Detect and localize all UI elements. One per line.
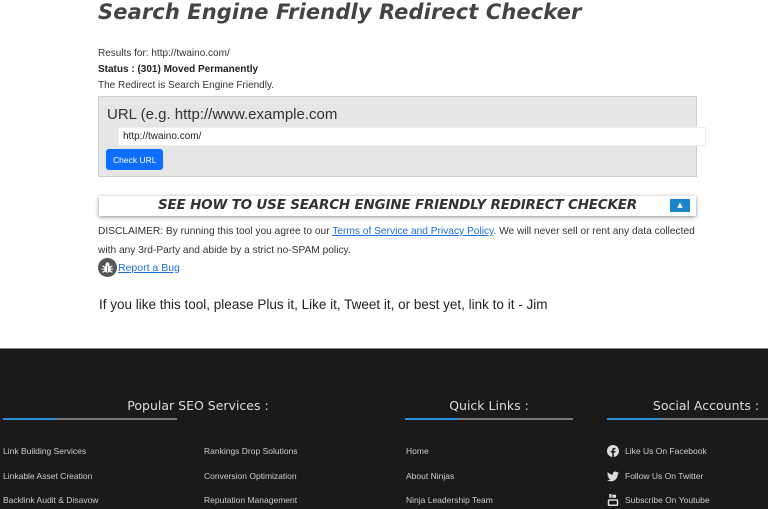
disclaimer-prefix: DISCLAIMER: By running this tool you agr… [98, 226, 333, 237]
social-heading: Social Accounts : [652, 398, 760, 413]
accordion-toggle-button[interactable]: ▲ [670, 199, 690, 212]
facebook-icon [607, 445, 619, 457]
divider-accent [3, 418, 56, 420]
service-link[interactable]: Backlink Audit & Disavow [3, 495, 98, 505]
url-label: URL (e.g. http://www.example.com [107, 106, 338, 123]
disclaimer: DISCLAIMER: By running this tool you agr… [98, 222, 703, 260]
social-link-twitter[interactable]: Follow Us On Twitter [607, 470, 703, 482]
status-text: Status : (301) Moved Permanently [98, 64, 259, 75]
report-bug-row: Report a Bug [98, 258, 180, 277]
divider-accent [607, 418, 660, 420]
quick-link[interactable]: Ninja Leadership Team [406, 495, 493, 505]
url-input[interactable] [118, 127, 706, 146]
quick-link[interactable]: About Ninjas [406, 471, 454, 481]
quick-links-heading: Quick Links : [449, 398, 529, 413]
youtube-icon [607, 494, 619, 506]
services-heading: Popular SEO Services : [127, 398, 269, 413]
divider-accent [405, 418, 458, 420]
caret-up-icon: ▲ [677, 201, 683, 209]
result-message: The Redirect is Search Engine Friendly. [98, 80, 275, 91]
social-label: Like Us On Facebook [625, 446, 707, 456]
services-divider [3, 418, 177, 420]
url-form: URL (e.g. http://www.example.com Check U… [98, 96, 706, 177]
page-title: Search Engine Friendly Redirect Checker [98, 0, 582, 24]
service-link[interactable]: Link Building Services [3, 446, 86, 456]
twitter-icon [607, 470, 619, 482]
social-divider [607, 418, 768, 420]
terms-privacy-link[interactable]: Terms of Service and Privacy Policy [332, 226, 493, 237]
results-for: Results for: http://twaino.com/ [98, 48, 230, 59]
footer: Popular SEO Services : Link Building Ser… [0, 348, 768, 509]
results-panel: Results for: http://twaino.com/ Status :… [98, 46, 274, 94]
bug-icon [98, 258, 117, 277]
quick-links-divider [405, 418, 573, 420]
social-label: Subscribe On Youtube [625, 495, 710, 505]
check-url-button[interactable]: Check URL [106, 149, 164, 170]
quick-link[interactable]: Home [406, 446, 429, 456]
service-link[interactable]: Conversion Optimization [204, 471, 297, 481]
social-link-youtube[interactable]: Subscribe On Youtube [607, 494, 710, 506]
how-to-use-title[interactable]: SEE HOW TO USE SEARCH ENGINE FRIENDLY RE… [99, 197, 696, 213]
like-message: If you like this tool, please Plus it, L… [99, 297, 548, 312]
service-link[interactable]: Reputation Management [204, 495, 297, 505]
service-link[interactable]: Rankings Drop Solutions [204, 446, 298, 456]
service-link[interactable]: Linkable Asset Creation [3, 471, 92, 481]
how-to-use-accordion[interactable]: SEE HOW TO USE SEARCH ENGINE FRIENDLY RE… [99, 196, 696, 216]
social-link-facebook[interactable]: Like Us On Facebook [607, 445, 707, 457]
social-label: Follow Us On Twitter [625, 471, 704, 481]
report-bug-link[interactable]: Report a Bug [118, 262, 180, 274]
